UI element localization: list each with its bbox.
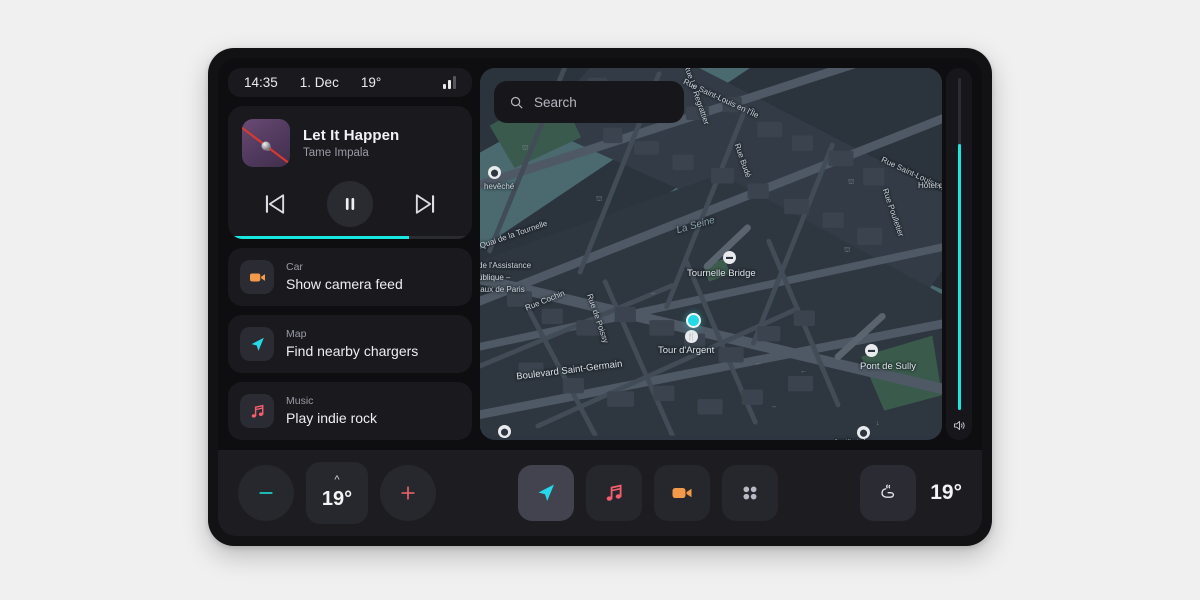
seat-heater-icon (881, 484, 895, 498)
album-art (242, 119, 290, 167)
map-panel[interactable]: Search Rue Le Regrattier Rue Saint-Louis… (480, 68, 942, 440)
status-date: 1. Dec (299, 75, 339, 90)
status-temperature: 19° (360, 75, 382, 90)
map-place-label: Institut du (835, 438, 870, 440)
suggestion-text-map: Map Find nearby chargers (286, 328, 418, 360)
device-frame: 14:35 1. Dec 19° Let It Happen Tame Impa… (208, 48, 992, 546)
track-artist: Tame Impala (303, 147, 369, 159)
temperature-value: 19° (321, 488, 353, 510)
suggestion-label: Find nearby chargers (286, 342, 419, 359)
status-bar: 14:35 1. Dec 19° (228, 68, 472, 97)
suggestion-category: Map (286, 327, 307, 340)
media-controls (242, 181, 458, 227)
next-track-button[interactable] (411, 190, 439, 218)
dock-item-apps[interactable] (722, 465, 779, 521)
suggestion-label: Play indie rock (286, 409, 378, 426)
suggestion-text-music: Music Play indie rock (286, 395, 377, 427)
navigation-icon (240, 327, 274, 361)
volume-fill (957, 144, 961, 410)
dock-item-camera[interactable] (654, 465, 711, 521)
camera-icon (672, 488, 692, 498)
suggestion-card-car[interactable]: Car Show camera feed (228, 248, 472, 306)
prev-track-icon (265, 194, 285, 214)
map-canvas (480, 68, 942, 436)
next-track-icon (415, 194, 435, 214)
previous-track-button[interactable] (261, 190, 289, 218)
chevron-up-icon: ^ (334, 474, 340, 486)
infotainment-screen: 14:35 1. Dec 19° Let It Happen Tame Impa… (218, 58, 982, 536)
media-progress-fill (228, 236, 409, 239)
bottom-bar: ^ 19° 19° (218, 450, 982, 536)
pause-button[interactable] (327, 181, 373, 227)
track-title: Let It Happen (303, 127, 400, 144)
status-time: 14:35 (244, 75, 278, 90)
camera-icon (240, 260, 274, 294)
suggestion-card-map[interactable]: Map Find nearby chargers (228, 315, 472, 373)
dock-item-music[interactable] (586, 465, 643, 521)
media-player-card[interactable]: Let It Happen Tame Impala (228, 106, 472, 239)
seat-heater-button[interactable] (860, 465, 917, 521)
temperature-decrease-button[interactable] (238, 465, 294, 521)
right-temperature-value: 19° (930, 481, 962, 504)
app-dock (436, 465, 860, 521)
music-note-icon (606, 484, 622, 501)
music-note-icon (240, 394, 274, 428)
minus-icon (259, 492, 273, 494)
left-column: 14:35 1. Dec 19° Let It Happen Tame Impa… (228, 68, 472, 440)
temperature-increase-button[interactable] (380, 465, 436, 521)
current-location-dot (686, 313, 701, 328)
search-placeholder: Search (534, 94, 577, 110)
suggestion-text-car: Car Show camera feed (286, 261, 403, 293)
search-icon (510, 96, 523, 108)
signal-bars-icon (443, 76, 456, 89)
temperature-display[interactable]: ^ 19° (306, 462, 368, 524)
suggestion-card-music[interactable]: Music Play indie rock (228, 382, 472, 440)
grid-apps-icon (743, 486, 757, 500)
suggestion-label: Show camera feed (286, 275, 403, 292)
suggestion-category: Car (286, 260, 303, 273)
dock-item-maps[interactable] (518, 465, 575, 521)
media-info: Let It Happen Tame Impala (242, 119, 458, 167)
navigation-icon (538, 484, 555, 501)
climate-controls: ^ 19° (238, 462, 436, 524)
right-climate-cluster: 19° (860, 465, 962, 521)
media-text: Let It Happen Tame Impala (303, 127, 399, 159)
search-bar[interactable]: Search (494, 81, 684, 123)
pause-icon (345, 198, 355, 210)
speaker-icon[interactable] (952, 418, 967, 433)
suggestion-category: Music (286, 394, 314, 407)
plus-icon (401, 486, 415, 500)
volume-slider[interactable] (946, 68, 972, 440)
volume-track[interactable] (957, 78, 961, 410)
media-progress-bar[interactable] (228, 236, 472, 239)
